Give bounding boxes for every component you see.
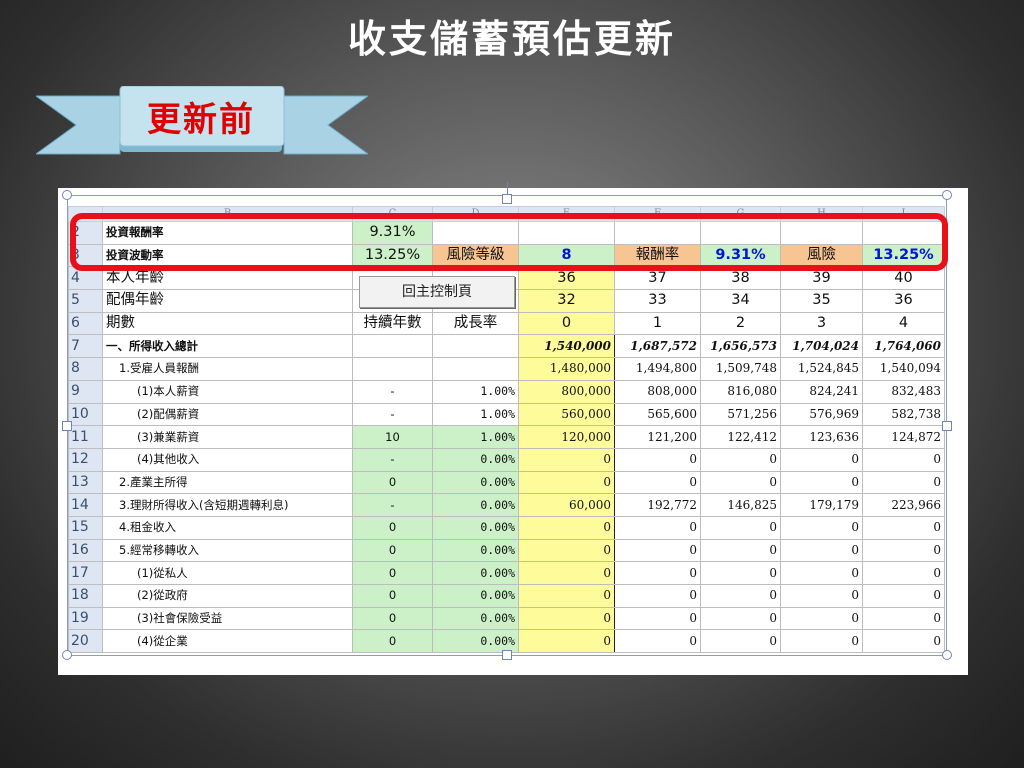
back-to-main-control-button[interactable]: 回主控制頁 bbox=[359, 276, 515, 308]
resize-handle-bottom[interactable] bbox=[502, 650, 512, 660]
resize-handle-left[interactable] bbox=[62, 421, 72, 431]
ribbon-label: 更新前 bbox=[147, 100, 255, 140]
resize-handle-top[interactable] bbox=[502, 194, 512, 204]
resize-handle-top-left[interactable] bbox=[62, 190, 72, 200]
resize-handle-bottom-left[interactable] bbox=[62, 650, 72, 660]
highlight-box bbox=[70, 213, 948, 271]
resize-handle-top-right[interactable] bbox=[942, 190, 952, 200]
slide-title: 收支儲蓄預估更新 bbox=[347, 17, 676, 61]
resize-handle-right[interactable] bbox=[942, 421, 952, 431]
resize-handle-bottom-right[interactable] bbox=[942, 650, 952, 660]
